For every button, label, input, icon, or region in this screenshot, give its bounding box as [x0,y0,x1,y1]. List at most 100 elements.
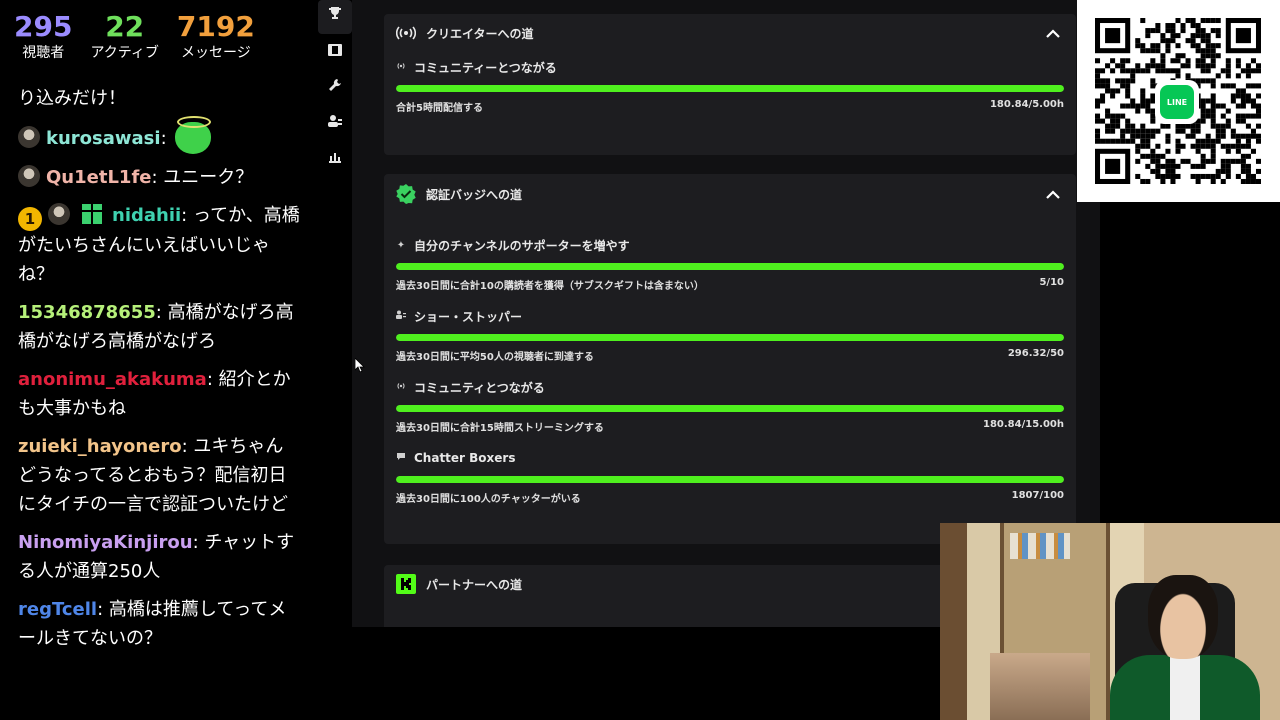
chat-colon: : [155,302,168,323]
chat-bubble-icon [396,452,406,464]
chat-username[interactable]: NinomiyaKinjirou [18,532,193,553]
verified-item: コミュニティとつながる 過去30日間に合計15時間ストリーミングする 180.8… [396,378,1064,434]
people-icon [396,310,406,322]
chat-colon: : [151,167,164,188]
progress-fill [396,405,1064,412]
viewer-count: 295 [14,10,73,43]
item-footer: 合計5時間配信する 180.84/5.00h [396,99,1064,114]
item-value: 180.84/5.00h [989,99,1064,110]
kick-logo-icon [396,574,416,594]
item-title-text: コミュニティとつながる [414,380,545,395]
item-value: 296.32/50 [1007,348,1064,359]
item-footer: 過去30日間に平均50人の視聴者に到達する 296.32/50 [396,348,1064,363]
chat-username[interactable]: nidahii [112,205,181,226]
gift-badge-icon [82,204,102,224]
progress-bar [396,85,1064,92]
chat-colon: : [181,436,194,457]
active-label: アクティブ [90,45,159,61]
active-stat: 22 アクティブ [90,0,158,80]
verified-item: ✦ 自分のチャンネルのサポーターを増やす 過去30日間に合計10の購読者を獲得（… [396,236,1064,292]
progress-bar [396,263,1064,270]
chevron-up-icon[interactable] [1042,183,1064,205]
message-stat: 7192 メッセージ [177,0,255,80]
chat-username[interactable]: Qu1etL1fe [46,167,152,188]
item-title-text: 自分のチャンネルのサポーターを増やす [414,238,630,253]
chat-username[interactable]: kurosawasi [46,128,161,149]
trophy-icon[interactable] [318,0,352,34]
webcam-stickers [1010,533,1070,559]
chat-message: 15346878655: 高橋がなげろ高橋がなげろ高橋がなげろ [18,298,300,356]
chat-colon: : [192,532,205,553]
verified-item: Chatter Boxers 過去30日間に100人のチャッターがいる 1807… [396,449,1064,505]
progress-bar [396,476,1064,483]
verified-item: ショー・ストッパー 過去30日間に平均50人の視聴者に到達する 296.32/5… [396,307,1064,363]
user-avatar-icon [48,203,70,225]
chat-username[interactable]: 15346878655 [18,302,156,323]
item-footer: 過去30日間に100人のチャッターがいる 1807/100 [396,490,1064,505]
item-description: 合計5時間配信する [396,103,483,114]
broadcast-icon [396,382,406,393]
line-logo-icon: LINE [1155,80,1199,124]
chat-overlay: 295 視聴者 22 アクティブ 7192 メッセージ り込みだけ！ kuros… [0,0,312,720]
chat-message-list: り込みだけ！ kurosawasi: Qu1etL1fe: ユニーク？ 1 nid… [0,84,312,662]
chat-colon: : [181,205,193,226]
user-avatar-icon [18,126,40,148]
chat-username[interactable]: anonimu_akakuma [18,369,207,390]
item-value: 180.84/15.00h [983,419,1064,430]
progress-fill [396,476,1064,483]
chat-message: Qu1etL1fe: ユニーク？ [18,163,300,192]
broadcast-icon [396,23,416,43]
chat-message-text: り込みだけ！ [18,88,126,109]
verified-badge-title: 認証バッジへの道 [426,187,523,202]
chat-colon: : [206,369,219,390]
progress-bar [396,334,1064,341]
item-title: コミュニティとつながる [396,378,1064,396]
chart-icon[interactable] [318,144,352,178]
item-title-text: コミュニティーとつながる [414,60,557,75]
item-description: 過去30日間に合計15時間ストリーミングする [396,423,604,434]
broadcast-icon [396,62,406,73]
progress-fill [396,334,1064,341]
users-icon[interactable] [318,108,352,142]
film-icon[interactable] [318,36,352,70]
partner-path-title: パートナーへの道 [426,577,523,592]
chat-colon: : [160,128,167,149]
creator-path-title: クリエイターへの道 [426,26,534,41]
progress-fill [396,263,1064,270]
webcam-streamer-jacket [1110,655,1260,720]
viewer-label: 視聴者 [22,45,65,61]
webcam-streamer-face [1148,575,1218,659]
line-qr-code: LINE [1077,0,1280,202]
active-count: 22 [105,10,145,43]
item-footer: 過去30日間に合計10の購読者を獲得（サブスクギフトは含まない） 5/10 [396,277,1064,292]
chat-username[interactable]: zuieki_hayonero [18,436,182,457]
chat-message: 1 nidahii: ってか、高橋がたいちさんにいえばいいじゃね？ [18,201,300,289]
creator-path-header[interactable]: クリエイターへの道 [396,14,1064,52]
message-label: メッセージ [181,45,251,61]
progress-fill [396,85,1064,92]
rank-1-badge-icon: 1 [18,207,42,231]
chat-message: regTcell: 高橋は推薦してってメールきてないの？ [18,595,300,653]
verified-badge-header[interactable]: 認証バッジへの道 [396,174,1064,214]
item-title-text: ショー・ストッパー [414,309,523,324]
item-title: コミュニティーとつながる [396,58,1064,76]
chat-message-text: ユニーク？ [163,167,254,188]
creator-path-card: クリエイターへの道 コミュニティーとつながる 合計5時間配信する 180.84/… [384,14,1076,155]
item-title: ショー・ストッパー [396,307,1064,325]
user-avatar-icon [18,165,40,187]
chat-message: NinomiyaKinjirou: チャットする人が通算250人 [18,528,300,586]
item-footer: 過去30日間に合計15時間ストリーミングする 180.84/15.00h [396,419,1064,434]
chat-username[interactable]: regTcell [18,599,97,620]
chat-colon: : [97,599,109,620]
chat-message: り込みだけ！ [18,84,300,113]
chat-message: kurosawasi: [18,116,300,154]
wrench-icon[interactable] [318,72,352,106]
item-title: ✦ 自分のチャンネルのサポーターを増やす [396,236,1064,254]
item-title-text: Chatter Boxers [414,451,516,465]
message-count: 7192 [176,10,255,43]
webcam-shelf [990,653,1090,720]
sparkle-icon: ✦ [396,239,406,251]
item-value: 5/10 [1039,277,1064,288]
item-description: 過去30日間に平均50人の視聴者に到達する [396,352,594,363]
chevron-up-icon[interactable] [1042,22,1064,44]
